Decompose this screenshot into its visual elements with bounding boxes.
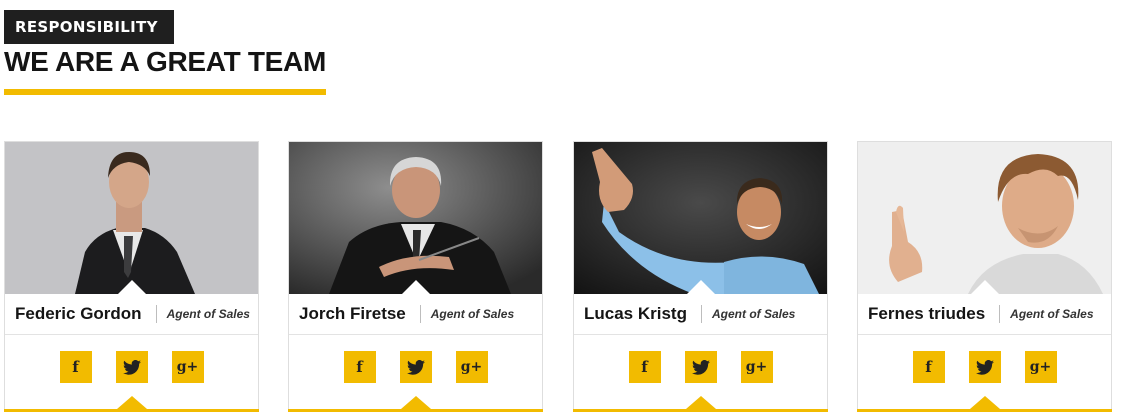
section-badge: RESPONSIBILITY	[4, 10, 174, 44]
section-title: WE ARE A GREAT TEAM	[4, 46, 326, 77]
team-member-photo	[574, 142, 827, 294]
facebook-button[interactable]: f	[628, 351, 661, 383]
twitter-button[interactable]	[684, 351, 717, 383]
facebook-icon: f	[641, 358, 648, 376]
member-info: Federic Gordon Agent of Sales	[5, 294, 258, 335]
card-bottom-bar	[857, 409, 1112, 412]
google-plus-button[interactable]: g+	[740, 351, 773, 383]
bottom-notch	[970, 396, 1000, 409]
team-card: Federic Gordon Agent of Sales f g+	[4, 141, 259, 412]
google-plus-icon: g+	[745, 359, 768, 375]
photo-notch	[402, 280, 430, 294]
facebook-icon: f	[356, 358, 363, 376]
twitter-icon	[122, 359, 141, 375]
team-member-photo	[5, 142, 258, 294]
bottom-notch	[117, 396, 147, 409]
google-plus-icon: g+	[460, 359, 483, 375]
team-card: Lucas Kristg Agent of Sales f g+	[573, 141, 828, 412]
member-role: Agent of Sales	[1010, 307, 1094, 321]
divider	[419, 305, 421, 323]
twitter-button[interactable]	[968, 351, 1001, 383]
twitter-button[interactable]	[399, 351, 432, 383]
member-info: Jorch Firetse Agent of Sales	[289, 294, 542, 335]
member-name: Lucas Kristg	[584, 304, 687, 323]
photo-notch	[687, 280, 715, 294]
bottom-notch	[686, 396, 716, 409]
divider	[700, 305, 702, 323]
member-name: Jorch Firetse	[299, 304, 406, 323]
google-plus-icon: g+	[176, 359, 199, 375]
photo-notch	[118, 280, 146, 294]
card-bottom-bar	[4, 409, 259, 412]
google-plus-button[interactable]: g+	[455, 351, 488, 383]
member-name: Federic Gordon	[15, 304, 142, 323]
member-role: Agent of Sales	[430, 307, 515, 321]
team-member-photo	[289, 142, 542, 294]
twitter-icon	[691, 359, 710, 375]
card-bottom-bar	[288, 409, 543, 412]
photo-notch	[971, 280, 999, 294]
divider	[155, 305, 157, 323]
team-card: Jorch Firetse Agent of Sales f g+	[288, 141, 543, 412]
twitter-icon	[975, 359, 994, 375]
title-underline	[4, 89, 326, 95]
card-bottom-bar	[573, 409, 828, 412]
team-card: Fernes triudes Agent of Sales f g+	[857, 141, 1112, 412]
facebook-icon: f	[925, 358, 932, 376]
member-role: Agent of Sales	[166, 307, 250, 321]
member-info: Lucas Kristg Agent of Sales	[574, 294, 827, 335]
team-member-photo	[858, 142, 1111, 294]
member-info: Fernes triudes Agent of Sales	[858, 294, 1111, 335]
google-plus-button[interactable]: g+	[1024, 351, 1057, 383]
divider	[999, 305, 1001, 323]
bottom-notch	[401, 396, 431, 409]
facebook-button[interactable]: f	[912, 351, 945, 383]
google-plus-icon: g+	[1029, 359, 1052, 375]
google-plus-button[interactable]: g+	[171, 351, 204, 383]
twitter-button[interactable]	[115, 351, 148, 383]
facebook-button[interactable]: f	[59, 351, 92, 383]
facebook-button[interactable]: f	[343, 351, 376, 383]
facebook-icon: f	[72, 358, 79, 376]
member-name: Fernes triudes	[868, 304, 986, 323]
member-role: Agent of Sales	[711, 307, 796, 321]
twitter-icon	[406, 359, 425, 375]
